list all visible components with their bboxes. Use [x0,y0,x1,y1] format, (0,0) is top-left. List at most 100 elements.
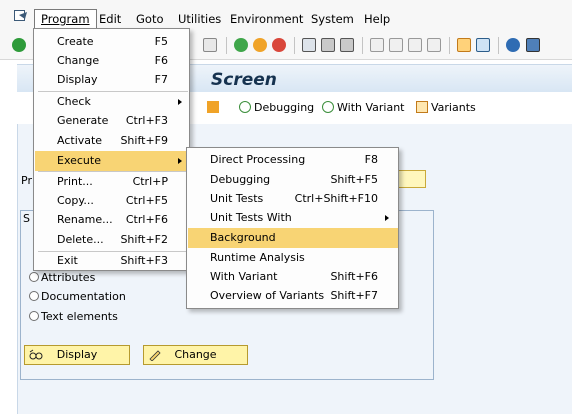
toolbar-separator [449,37,450,54]
submenu-item-background[interactable]: Background [188,228,398,248]
page-title: Screen [211,70,277,90]
menu-item-delete[interactable]: Delete... Shift+F2 [35,230,189,250]
menu-program[interactable]: Program [34,9,97,29]
exit-icon[interactable] [253,38,267,52]
variants-button[interactable]: Variants [416,100,476,116]
menu-item-copy[interactable]: Copy... Ctrl+F5 [35,191,189,211]
menu-item-label: Delete... [57,233,104,246]
program-menu: Create F5 Change F6 Display F7 Check Genera… [33,28,190,271]
save-icon[interactable] [203,38,217,52]
menu-system[interactable]: System [305,10,360,28]
submenu-item-direct-processing[interactable]: Direct Processing F8 [188,150,398,170]
menu-item-shortcut: Shift+F2 [120,233,168,246]
radio-text-elements[interactable]: Text elements [29,310,118,324]
menu-item-label: Display [57,73,98,86]
menu-item-label: Check [57,95,91,108]
print-icon[interactable] [302,38,316,52]
back-icon[interactable] [234,38,248,52]
menu-item-label: Background [210,231,276,244]
toolbar-separator [294,37,295,54]
menu-item-shortcut: Ctrl+F6 [125,213,168,226]
menu-goto[interactable]: Goto [130,10,170,28]
toolbar-separator [362,37,363,54]
menu-item-label: With Variant [210,270,278,283]
submenu-item-debugging[interactable]: Debugging Shift+F5 [188,170,398,190]
menu-help[interactable]: Help [358,10,396,28]
menu-item-label: Unit Tests With [210,211,292,224]
cancel-icon[interactable] [272,38,286,52]
submenu-arrow-icon [178,99,182,105]
last-page-icon[interactable] [427,38,441,52]
program-input[interactable] [398,170,426,188]
submenu-item-overview-of-variants[interactable]: Overview of Variants Shift+F7 [188,286,398,306]
previous-page-icon[interactable] [389,38,403,52]
next-page-icon[interactable] [408,38,422,52]
menu-item-shortcut: Ctrl+P [132,175,168,188]
submenu-item-runtime-analysis[interactable]: Runtime Analysis [188,248,398,268]
window-menu-icon[interactable] [14,10,28,22]
submenu-item-unit-tests-with[interactable]: Unit Tests With [188,208,398,228]
menu-item-shortcut: F5 [154,35,168,48]
submenu-item-unit-tests[interactable]: Unit Tests Ctrl+Shift+F10 [188,189,398,209]
display-button-label: Display [56,348,98,361]
menu-item-display[interactable]: Display F7 [35,70,189,90]
menu-item-label: Overview of Variants [210,289,325,302]
new-session-icon[interactable] [457,38,471,52]
menu-item-change[interactable]: Change F6 [35,51,189,71]
change-button-label: Change [174,348,217,361]
radio-button[interactable] [29,272,39,282]
find-next-icon[interactable] [340,38,354,52]
first-page-icon[interactable] [370,38,384,52]
menu-item-rename[interactable]: Rename... Ctrl+F6 [35,210,189,230]
debugging-button-label: Debugging [254,101,315,114]
menu-edit[interactable]: Edit [93,10,127,28]
debugging-button[interactable]: Debugging [239,100,314,116]
execute-submenu: Direct Processing F8 Debugging Shift+F5 Un… [186,147,399,309]
shortcut-icon[interactable] [476,38,490,52]
menu-item-check[interactable]: Check [35,92,189,112]
menu-item-print[interactable]: Print... Ctrl+P [35,172,189,192]
menu-item-shortcut: Ctrl+F3 [125,114,168,127]
radio-attributes-label: Attributes [41,271,96,284]
menu-item-shortcut: F7 [154,73,168,86]
with-variant-button[interactable]: With Variant [322,100,405,116]
display-button[interactable]: Display [24,345,130,365]
change-button[interactable]: Change [143,345,248,365]
radio-text-elements-label: Text elements [41,310,118,323]
toolbar-separator [226,37,227,54]
toolbar-separator [498,37,499,54]
glasses-icon [29,349,43,360]
menu-item-execute[interactable]: Execute [35,151,189,171]
debugging-icon [239,101,251,113]
radio-button[interactable] [29,291,39,301]
menu-item-label: Debugging [210,173,271,186]
menu-item-label: Runtime Analysis [210,251,305,264]
menu-item-label: Copy... [57,194,94,207]
menu-item-create[interactable]: Create F5 [35,32,189,52]
menu-item-shortcut: Shift+F7 [330,289,378,302]
menu-item-label: Change [57,54,100,67]
menu-item-shortcut: Ctrl+F5 [125,194,168,207]
radio-button[interactable] [29,311,39,321]
menu-environment[interactable]: Environment [224,10,309,28]
execute-icon[interactable] [207,100,222,116]
help-icon[interactable] [506,38,520,52]
submenu-item-with-variant[interactable]: With Variant Shift+F6 [188,267,398,287]
find-icon[interactable] [321,38,335,52]
menu-item-label: Unit Tests [210,192,264,205]
menu-item-shortcut: Shift+F3 [120,254,168,267]
variants-icon [416,101,428,113]
menu-item-exit[interactable]: Exit Shift+F3 [35,251,189,271]
menu-item-shortcut: Shift+F9 [120,134,168,147]
radio-attributes[interactable]: Attributes [29,271,95,285]
radio-documentation[interactable]: Documentation [29,290,126,304]
menu-item-shortcut: Shift+F6 [330,270,378,283]
variants-button-label: Variants [431,101,476,114]
menu-item-generate[interactable]: Generate Ctrl+F3 [35,111,189,131]
menu-item-activate[interactable]: Activate Shift+F9 [35,131,189,151]
customize-layout-icon[interactable] [526,38,540,52]
menu-utilities[interactable]: Utilities [172,10,227,28]
program-field-label: Pr [21,174,32,187]
enter-icon[interactable] [12,38,26,52]
menu-item-label: Execute [57,154,101,167]
